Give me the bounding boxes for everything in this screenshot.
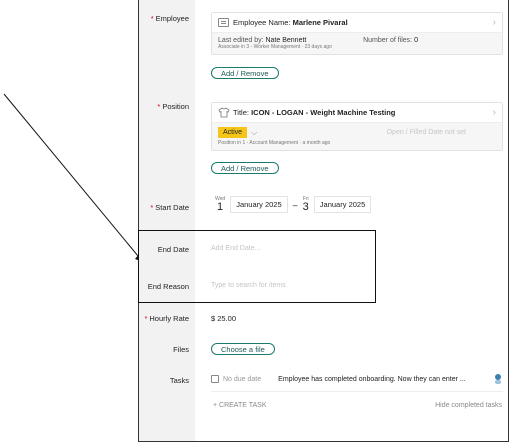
create-task-button[interactable]: + CREATE TASK [213,402,267,409]
start-date-label: * Start Date [150,203,189,212]
status-badge[interactable]: Active [218,127,248,138]
position-label: * Position [157,102,189,111]
task-row: No due date Employee has completed onboa… [211,373,503,385]
task-checkbox[interactable] [211,375,219,383]
files-count: Number of files: 0 [363,37,418,44]
chevron-down-icon[interactable]: ⌵ [251,128,257,138]
employee-meta: Associate in 3 - Worker Management · 23 … [218,44,332,50]
date-range: Wed 1 January 2025 – Fri 3 January 2025 [215,196,372,213]
task-divider [211,391,503,392]
chevron-right-icon: › [492,107,496,118]
hide-completed-tasks-toggle[interactable]: Hide completed tasks [435,402,502,409]
position-title: ICON - LOGAN - Weight Machine Testing [251,108,396,117]
date-separator: – [292,199,298,210]
employee-name: Marlene Pivaral [292,18,348,27]
task-due-date[interactable]: No due date [223,376,261,383]
employee-position-form: * Employee Employee Name: Marlene Pivaral… [138,0,509,442]
highlight-box [138,230,376,303]
employee-card[interactable]: Employee Name: Marlene Pivaral › Last ed… [211,12,503,55]
tasks-label: Tasks [169,376,189,385]
position-meta: Position in 1 - Account Management · a m… [218,140,331,146]
choose-file-button[interactable]: Choose a file [211,343,275,355]
label-column [139,0,195,441]
open-filled-date: Open / Filled Date not set [386,129,466,136]
employee-add-remove-button[interactable]: Add / Remove [211,67,279,79]
employee-label: * Employee [150,14,189,23]
position-card[interactable]: Title: ICON - LOGAN - Weight Machine Tes… [211,102,503,151]
last-edited: Last edited by: Nate Bennett [218,37,307,44]
position-add-remove-button[interactable]: Add / Remove [211,162,279,174]
hourly-rate-value[interactable]: $ 25.00 [211,314,236,323]
assignee-avatar-icon[interactable] [493,373,503,385]
id-card-icon [218,18,229,27]
end-range-date-picker[interactable]: Fri 3 January 2025 [303,196,372,213]
task-description[interactable]: Employee has completed onboarding. Now t… [278,376,466,383]
shirt-icon [218,107,230,118]
hourly-rate-label: * Hourly Rate [144,314,189,323]
chevron-right-icon: › [492,17,496,28]
start-date-picker[interactable]: Wed 1 January 2025 [215,196,288,213]
files-label: Files [173,345,189,354]
